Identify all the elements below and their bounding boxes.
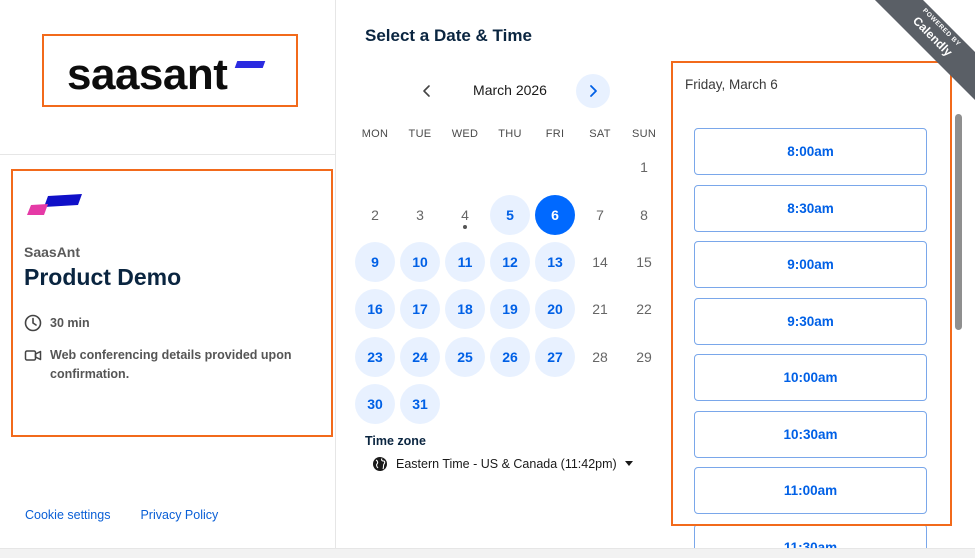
calendar-day-22: 22 bbox=[624, 289, 664, 329]
clock-icon bbox=[24, 314, 42, 332]
calendar-day-3: 3 bbox=[400, 195, 440, 235]
calendar-day-23[interactable]: 23 bbox=[355, 337, 395, 377]
calendar-day-17[interactable]: 17 bbox=[400, 289, 440, 329]
caret-down-icon bbox=[624, 461, 633, 466]
weekday-sat: SAT bbox=[589, 128, 611, 140]
event-title: Product Demo bbox=[24, 264, 182, 290]
day-number: 8 bbox=[640, 207, 648, 223]
day-number: 28 bbox=[592, 349, 608, 365]
calendar-day-28: 28 bbox=[580, 337, 620, 377]
calendar-day-8: 8 bbox=[624, 195, 664, 235]
day-number: 6 bbox=[551, 207, 559, 223]
timezone-value: Eastern Time - US & Canada (11:42pm) bbox=[396, 457, 617, 471]
day-number: 21 bbox=[592, 301, 608, 317]
day-number: 25 bbox=[457, 349, 473, 365]
day-number: 30 bbox=[367, 396, 383, 412]
weekday-sun: SUN bbox=[631, 128, 657, 140]
day-number: 22 bbox=[636, 301, 652, 317]
organizer-name: SaasAnt bbox=[24, 244, 81, 260]
page-title: Select a Date & Time bbox=[365, 26, 532, 45]
day-number: 15 bbox=[636, 254, 652, 270]
calendar-day-12[interactable]: 12 bbox=[490, 242, 530, 282]
calendar-day-11[interactable]: 11 bbox=[445, 242, 485, 282]
day-number: 11 bbox=[457, 254, 473, 270]
privacy-policy-link[interactable]: Privacy Policy bbox=[140, 508, 218, 522]
calendar-day-30[interactable]: 30 bbox=[355, 384, 395, 424]
calendar-day-31[interactable]: 31 bbox=[400, 384, 440, 424]
day-number: 7 bbox=[596, 207, 604, 223]
weekday-thu: THU bbox=[498, 128, 522, 140]
day-number: 18 bbox=[457, 301, 473, 317]
event-location: Web conferencing details provided upon c… bbox=[24, 346, 314, 384]
day-number: 31 bbox=[412, 396, 428, 412]
calendar-day-15: 15 bbox=[624, 242, 664, 282]
weekday-tue: TUE bbox=[408, 128, 432, 140]
calendar-day-2: 2 bbox=[355, 195, 395, 235]
day-number: 13 bbox=[547, 254, 563, 270]
calendar-day-4: 4 bbox=[445, 195, 485, 235]
calendar-day-5[interactable]: 5 bbox=[490, 195, 530, 235]
calendar-day-13[interactable]: 13 bbox=[535, 242, 575, 282]
calendar-day-27[interactable]: 27 bbox=[535, 337, 575, 377]
day-number: 3 bbox=[416, 207, 424, 223]
day-number: 16 bbox=[367, 301, 383, 317]
calendar-day-10[interactable]: 10 bbox=[400, 242, 440, 282]
calendar-day-1: 1 bbox=[624, 147, 664, 187]
day-number: 5 bbox=[506, 207, 514, 223]
day-number: 17 bbox=[412, 301, 428, 317]
day-number: 20 bbox=[547, 301, 563, 317]
logo-accent-mark bbox=[234, 61, 266, 68]
duration-text: 30 min bbox=[50, 316, 90, 330]
day-number: 26 bbox=[502, 349, 518, 365]
video-camera-icon bbox=[24, 350, 42, 361]
calendar-day-9[interactable]: 9 bbox=[355, 242, 395, 282]
timezone-label: Time zone bbox=[365, 434, 426, 448]
calendar-day-6[interactable]: 6 bbox=[535, 195, 575, 235]
calendar-day-26[interactable]: 26 bbox=[490, 337, 530, 377]
globe-icon bbox=[373, 457, 387, 471]
page-bottom-edge bbox=[0, 548, 975, 558]
day-number: 19 bbox=[502, 301, 518, 317]
calendar-day-16[interactable]: 16 bbox=[355, 289, 395, 329]
day-number: 2 bbox=[371, 207, 379, 223]
next-month-button[interactable] bbox=[576, 74, 610, 108]
calendar-day-25[interactable]: 25 bbox=[445, 337, 485, 377]
location-text: Web conferencing details provided upon c… bbox=[50, 348, 292, 381]
company-logo: saasant bbox=[67, 50, 228, 99]
timezone-select[interactable]: Eastern Time - US & Canada (11:42pm) bbox=[372, 456, 633, 472]
day-number: 12 bbox=[502, 254, 518, 270]
weekday-wed: WED bbox=[451, 128, 479, 140]
calendar-day-7: 7 bbox=[580, 195, 620, 235]
chevron-right-icon bbox=[590, 85, 597, 97]
calendar-day-21: 21 bbox=[580, 289, 620, 329]
footer-links: Cookie settings Privacy Policy bbox=[25, 508, 218, 522]
day-number: 9 bbox=[371, 254, 379, 270]
today-indicator bbox=[463, 225, 467, 229]
day-number: 29 bbox=[636, 349, 652, 365]
cookie-settings-link[interactable]: Cookie settings bbox=[25, 508, 110, 522]
calendar-day-14: 14 bbox=[580, 242, 620, 282]
calendar-day-19[interactable]: 19 bbox=[490, 289, 530, 329]
brand-mark-icon bbox=[27, 194, 82, 215]
day-number: 27 bbox=[547, 349, 563, 365]
day-number: 24 bbox=[412, 349, 428, 365]
calendar-day-29: 29 bbox=[624, 337, 664, 377]
weekday-fri: FRI bbox=[545, 128, 565, 140]
weekday-mon: MON bbox=[361, 128, 389, 140]
calendar-day-24[interactable]: 24 bbox=[400, 337, 440, 377]
slots-scrollbar[interactable] bbox=[955, 114, 962, 330]
day-number: 4 bbox=[461, 207, 469, 223]
day-number: 1 bbox=[640, 159, 648, 175]
time-slot-button[interactable]: 11:30am bbox=[694, 523, 927, 548]
event-duration: 30 min bbox=[24, 314, 90, 332]
calendar-day-18[interactable]: 18 bbox=[445, 289, 485, 329]
day-number: 14 bbox=[592, 254, 608, 270]
month-navigation: March 2026 bbox=[408, 74, 612, 108]
booking-widget: saasant SaasAnt Product Demo 30 min Web … bbox=[0, 0, 975, 548]
time-slots-highlight-box bbox=[671, 61, 952, 526]
calendar-day-20[interactable]: 20 bbox=[535, 289, 575, 329]
day-number: 10 bbox=[412, 254, 428, 270]
day-number: 23 bbox=[367, 349, 383, 365]
